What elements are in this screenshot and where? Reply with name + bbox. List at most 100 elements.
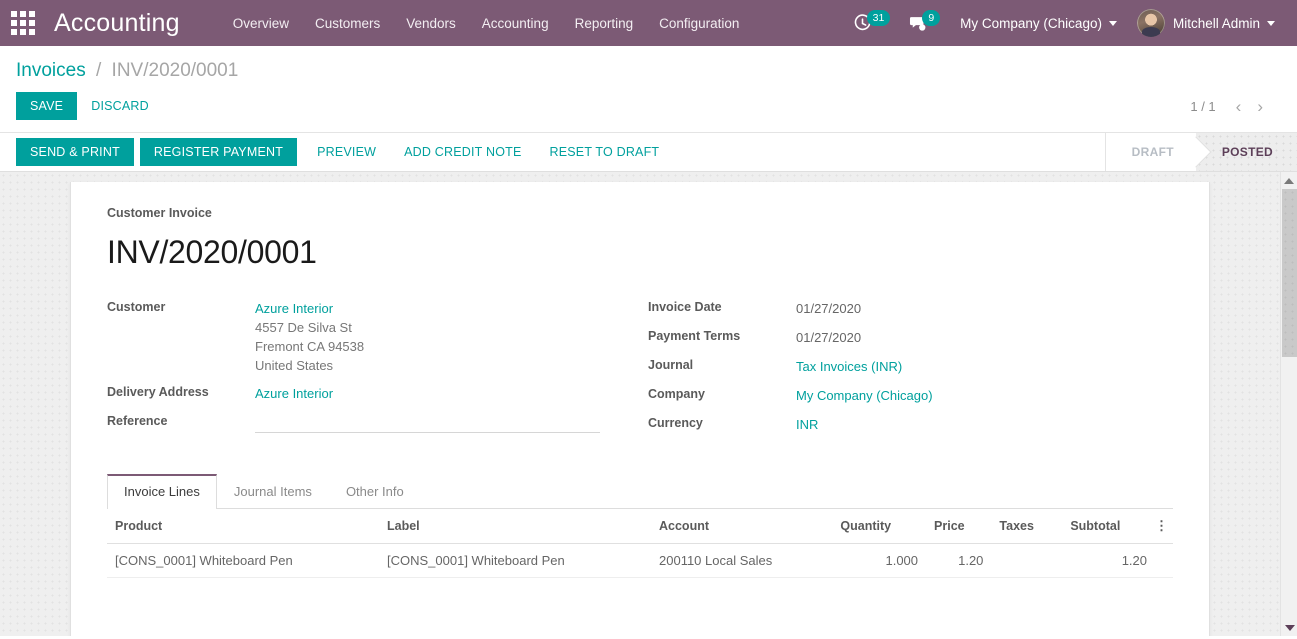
user-menu[interactable]: Mitchell Admin <box>1127 3 1285 43</box>
scrollbar-thumb[interactable] <box>1282 189 1297 357</box>
cell-quantity[interactable]: 1.000 <box>832 543 927 578</box>
menu-item-overview[interactable]: Overview <box>220 10 302 37</box>
column-header-product[interactable]: Product <box>107 509 379 544</box>
field-journal-label: Journal <box>648 358 694 372</box>
breadcrumb-current: INV/2020/0001 <box>111 60 239 81</box>
statusbar-row: SEND & PRINT REGISTER PAYMENT PREVIEW AD… <box>0 132 1297 171</box>
invoice-lines-body: [CONS_0001] Whiteboard Pen [CONS_0001] W… <box>107 543 1173 578</box>
status-step-draft[interactable]: DRAFT <box>1105 133 1212 171</box>
cell-subtotal[interactable]: 1.20 <box>1062 543 1155 578</box>
customer-address-line-3: United States <box>255 358 334 373</box>
form-content-area: Customer Invoice INV/2020/0001 Customer … <box>0 172 1297 636</box>
tab-invoice-lines[interactable]: Invoice Lines <box>107 474 217 509</box>
cell-row-options <box>1155 543 1173 578</box>
column-header-taxes[interactable]: Taxes <box>991 509 1063 544</box>
field-reference-label: Reference <box>107 414 168 428</box>
column-header-subtotal[interactable]: Subtotal <box>1062 509 1155 544</box>
chevron-down-icon <box>1108 20 1117 26</box>
reference-input[interactable] <box>255 413 600 433</box>
field-customer-value-group: Azure Interior 4557 De Silva St Fremont … <box>255 299 364 375</box>
customer-address-line-2: Fremont CA 94538 <box>255 339 365 354</box>
field-currency: Currency INR <box>648 415 1173 435</box>
field-customer: Customer Azure Interior 4557 De Silva St… <box>107 299 640 375</box>
menu-item-configuration[interactable]: Configuration <box>646 10 752 37</box>
tab-other-info[interactable]: Other Info <box>329 474 421 509</box>
page-title: INV/2020/0001 <box>107 234 317 270</box>
breadcrumb: Invoices / INV/2020/0001 <box>16 60 238 82</box>
field-delivery-address-label: Delivery Address <box>107 385 209 399</box>
form-fields: Customer Azure Interior 4557 De Silva St… <box>107 299 1173 444</box>
table-row[interactable]: [CONS_0001] Whiteboard Pen [CONS_0001] W… <box>107 543 1173 578</box>
field-journal: Journal Tax Invoices (INR) <box>648 357 1173 377</box>
control-panel-top: Invoices / INV/2020/0001 <box>0 46 1297 82</box>
cell-taxes[interactable] <box>991 543 1063 578</box>
menu-item-customers[interactable]: Customers <box>302 10 393 37</box>
customer-address-line-1: 4557 De Silva St <box>255 320 352 335</box>
save-button[interactable]: SAVE <box>16 92 78 120</box>
company-name: My Company (Chicago) <box>960 15 1102 31</box>
column-header-label[interactable]: Label <box>379 509 651 544</box>
menu-item-reporting[interactable]: Reporting <box>562 10 647 37</box>
control-panel-buttons: SAVE DISCARD 1 / 1 ‹ › <box>0 82 1297 132</box>
add-credit-note-button[interactable]: ADD CREDIT NOTE <box>390 138 535 166</box>
breadcrumb-invoices-link[interactable]: Invoices <box>16 60 86 81</box>
messages-button[interactable]: 9 <box>900 9 950 37</box>
field-payment-terms-label: Payment Terms <box>648 329 741 343</box>
field-company-label: Company <box>648 387 705 401</box>
payment-terms-value[interactable]: 01/27/2020 <box>796 328 861 347</box>
invoice-sheet: Customer Invoice INV/2020/0001 Customer … <box>70 182 1210 636</box>
delivery-address-link[interactable]: Azure Interior <box>255 384 333 403</box>
vertical-dots-icon[interactable]: ⋮ <box>1155 509 1173 544</box>
status-step-draft-label: DRAFT <box>1131 145 1174 159</box>
navbar-right-tools: 31 9 My Company (Chicago) Mitchell Admin <box>845 3 1285 43</box>
journal-link[interactable]: Tax Invoices (INR) <box>796 357 902 376</box>
pager-value: 1 / 1 <box>1190 98 1216 114</box>
reset-to-draft-button[interactable]: RESET TO DRAFT <box>536 138 674 166</box>
vertical-scrollbar[interactable] <box>1280 172 1297 636</box>
form-column-right: Invoice Date 01/27/2020 Payment Terms 01… <box>640 299 1173 444</box>
apps-grid-icon[interactable] <box>8 8 38 38</box>
field-payment-terms: Payment Terms 01/27/2020 <box>648 328 1173 348</box>
main-menu: Overview Customers Vendors Accounting Re… <box>220 10 753 37</box>
field-invoice-date-label: Invoice Date <box>648 300 722 314</box>
invoice-lines-header: Product Label Account Quantity Price Tax… <box>107 509 1173 544</box>
status-bar: DRAFT POSTED <box>1104 133 1297 171</box>
cell-product[interactable]: [CONS_0001] Whiteboard Pen <box>107 543 379 578</box>
breadcrumb-separator: / <box>95 60 102 81</box>
column-header-account[interactable]: Account <box>651 509 833 544</box>
form-action-buttons: SEND & PRINT REGISTER PAYMENT PREVIEW AD… <box>0 133 1105 171</box>
activities-button[interactable]: 31 <box>845 9 901 37</box>
send-and-print-button[interactable]: SEND & PRINT <box>16 138 134 166</box>
scroll-up-arrow-icon[interactable] <box>1281 172 1297 189</box>
cell-account[interactable]: 200110 Local Sales <box>651 543 833 578</box>
menu-item-vendors[interactable]: Vendors <box>393 10 469 37</box>
company-link[interactable]: My Company (Chicago) <box>796 386 933 405</box>
tab-journal-items[interactable]: Journal Items <box>217 474 329 509</box>
register-payment-button[interactable]: REGISTER PAYMENT <box>139 138 298 166</box>
table-header-row: Product Label Account Quantity Price Tax… <box>107 509 1173 544</box>
invoice-lines-table: Product Label Account Quantity Price Tax… <box>107 509 1173 578</box>
discard-button[interactable]: DISCARD <box>77 92 163 120</box>
status-step-posted-label: POSTED <box>1221 145 1273 159</box>
app-brand-accounting[interactable]: Accounting <box>54 9 180 38</box>
field-invoice-date: Invoice Date 01/27/2020 <box>648 299 1173 319</box>
invoice-date-value[interactable]: 01/27/2020 <box>796 299 861 318</box>
messages-count-badge: 9 <box>922 9 941 27</box>
field-company: Company My Company (Chicago) <box>648 386 1173 406</box>
chevron-right-icon[interactable]: › <box>1249 96 1271 117</box>
column-header-quantity[interactable]: Quantity <box>832 509 927 544</box>
company-switcher[interactable]: My Company (Chicago) <box>950 10 1127 37</box>
preview-button[interactable]: PREVIEW <box>303 138 390 166</box>
chevron-left-icon[interactable]: ‹ <box>1228 96 1250 117</box>
menu-item-accounting[interactable]: Accounting <box>469 10 562 37</box>
top-navbar: Accounting Overview Customers Vendors Ac… <box>0 0 1297 46</box>
scroll-down-arrow-icon[interactable] <box>1281 619 1297 636</box>
customer-link[interactable]: Azure Interior <box>255 299 364 318</box>
field-reference: Reference <box>107 413 640 433</box>
cell-price[interactable]: 1.20 <box>926 543 992 578</box>
chevron-down-icon <box>1267 20 1275 26</box>
activities-count-badge: 31 <box>866 9 891 27</box>
cell-label[interactable]: [CONS_0001] Whiteboard Pen <box>379 543 651 578</box>
column-header-price[interactable]: Price <box>926 509 992 544</box>
currency-link[interactable]: INR <box>796 415 818 434</box>
